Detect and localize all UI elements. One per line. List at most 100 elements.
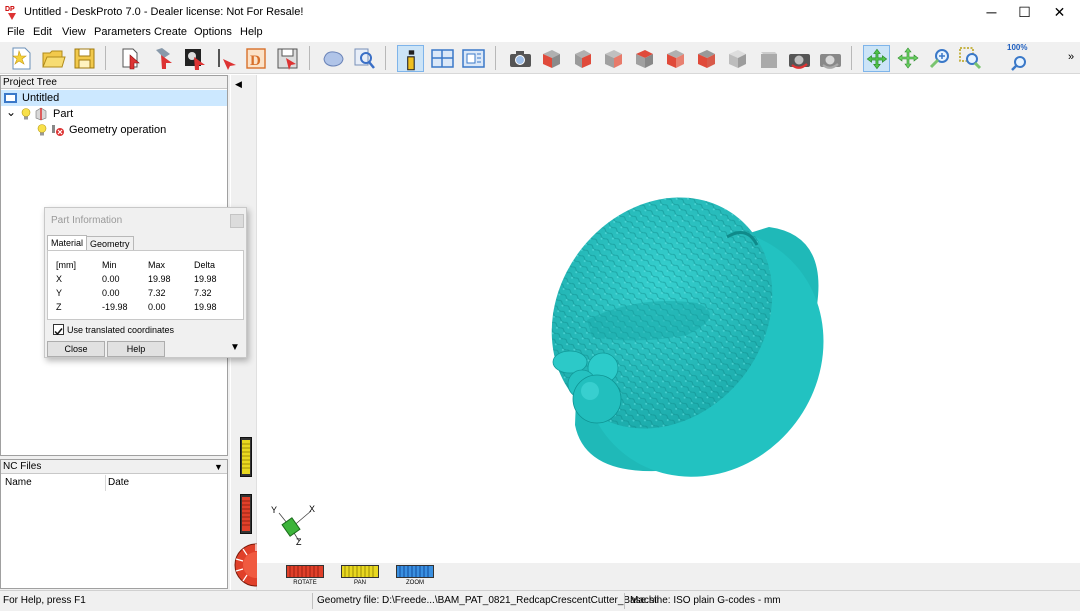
view-back-button[interactable] — [631, 45, 658, 72]
zoom-mode-label: ZOOM — [406, 580, 424, 586]
row-z-axis: Z — [56, 302, 62, 312]
help-button[interactable]: Help — [107, 341, 165, 357]
status-help-text: For Help, press F1 — [3, 595, 86, 606]
maximize-button[interactable]: ☐ — [1008, 0, 1041, 25]
open-file-button[interactable] — [40, 45, 67, 72]
dialog-close-icon[interactable] — [230, 214, 244, 228]
dialog-expand-button[interactable]: ▼ — [230, 342, 240, 353]
snapshot-camera-button[interactable] — [507, 45, 534, 72]
rotate-wheel-slider[interactable] — [240, 494, 252, 534]
3d-viewport[interactable]: Y X Z — [257, 75, 1080, 563]
collapse-panel-button[interactable]: ◀ — [235, 79, 242, 90]
expand-chevron-icon[interactable]: ⌄ — [6, 104, 16, 120]
toolbar-separator — [105, 46, 106, 70]
save-file-button[interactable] — [71, 45, 98, 72]
project-icon — [4, 92, 17, 104]
nc-files-title: NC Files — [3, 461, 42, 472]
view-right-button[interactable] — [600, 45, 627, 72]
view-top-button[interactable] — [693, 45, 720, 72]
status-divider — [624, 593, 625, 609]
svg-text:DP: DP — [5, 6, 15, 13]
toolbar-separator — [385, 46, 386, 70]
rotate-mode-swatch[interactable] — [286, 565, 324, 578]
tree-item-untitled[interactable]: Untitled — [1, 90, 227, 106]
close-window-button[interactable]: ✕ — [1043, 0, 1076, 25]
y-axis-label: Y — [271, 505, 278, 515]
view-iso-front-button[interactable] — [538, 45, 565, 72]
close-button[interactable]: Close — [47, 341, 105, 357]
zoom-mode-button[interactable] — [926, 45, 953, 72]
menu-edit[interactable]: Edit — [33, 26, 52, 38]
menu-create[interactable]: Create — [154, 26, 187, 38]
view-bottom-button[interactable] — [724, 45, 751, 72]
pan-mode-label: PAN — [354, 580, 366, 586]
export-file-button[interactable] — [274, 45, 301, 72]
row-y-delta: 7.32 — [194, 288, 212, 298]
toolpath-window-button[interactable] — [460, 45, 487, 72]
svg-text:D: D — [250, 53, 261, 69]
inspect-button[interactable] — [351, 45, 378, 72]
translated-coordinates-checkbox[interactable] — [53, 324, 64, 336]
row-z-max: 0.00 — [148, 302, 166, 312]
menu-view[interactable]: View — [62, 26, 86, 38]
pan-mode-button[interactable] — [895, 45, 922, 72]
export-dxf-button[interactable]: D — [243, 45, 270, 72]
previous-view-camera-button[interactable] — [817, 45, 844, 72]
column-header-date[interactable]: Date — [108, 477, 129, 488]
tree-label-untitled: Untitled — [22, 92, 60, 104]
column-divider[interactable] — [105, 475, 106, 491]
translated-coordinates-label: Use translated coordinates — [67, 325, 175, 335]
x-axis-label: X — [309, 504, 316, 514]
reset-view-camera-button[interactable] — [786, 45, 813, 72]
import-bitmap-button[interactable] — [150, 45, 177, 72]
import-vector-button[interactable] — [212, 45, 239, 72]
row-z-delta: 19.98 — [194, 302, 217, 312]
tree-item-part[interactable]: ⌄ Part — [1, 104, 227, 122]
view-iso-button[interactable] — [755, 45, 782, 72]
deskproto-app-icon: DP — [5, 3, 19, 21]
pan-mode-swatch[interactable] — [341, 565, 379, 578]
title-bar: DP Untitled - DeskProto 7.0 - Dealer lic… — [0, 0, 1080, 25]
tree-label-part: Part — [53, 108, 74, 120]
menu-bar: File Edit View Parameters Create Options… — [0, 25, 1080, 42]
import-geometry-button[interactable] — [117, 45, 144, 72]
lightbulb-icon[interactable] — [21, 108, 31, 120]
column-max: Max — [148, 260, 166, 270]
view-part-button[interactable] — [320, 45, 347, 72]
row-x-delta: 19.98 — [194, 274, 217, 284]
row-x-max: 19.98 — [148, 274, 171, 284]
toolbar-overflow-button[interactable]: » — [1068, 51, 1074, 63]
menu-file[interactable]: File — [7, 26, 25, 38]
row-x-axis: X — [56, 274, 63, 284]
axis-triad: Y X Z — [267, 503, 327, 551]
menu-parameters[interactable]: Parameters — [94, 26, 151, 38]
nc-files-dropdown-button[interactable]: ▼ — [214, 460, 223, 474]
tree-label-geometry-operation: Geometry operation — [69, 124, 167, 136]
part-info-button[interactable] — [397, 45, 424, 72]
nc-files-header: NC Files ▼ — [1, 460, 227, 474]
nc-files-panel: NC Files ▼ Name Date — [0, 459, 228, 589]
material-tab-panel: [mm] Min Max Delta X 0.00 19.98 19.98 Y … — [47, 250, 244, 320]
unit-label: [mm] — [56, 260, 76, 270]
toolbar-separator — [495, 46, 496, 70]
lightbulb-icon[interactable] — [37, 124, 47, 136]
zoom-window-button[interactable] — [957, 45, 984, 72]
tree-item-geometry-operation[interactable]: Geometry operation — [1, 122, 227, 138]
minimize-button[interactable]: ─ — [975, 0, 1008, 25]
menu-options[interactable]: Options — [194, 26, 232, 38]
rotate-mode-button[interactable] — [863, 45, 890, 72]
zoom-mode-swatch[interactable] — [396, 565, 434, 578]
window-title: Untitled - DeskProto 7.0 - Dealer licens… — [24, 6, 304, 18]
tab-material[interactable]: Material — [47, 235, 88, 251]
part-information-dialog: Part Information Material Geometry [mm] … — [44, 207, 247, 358]
layout-window-button[interactable] — [429, 45, 456, 72]
geometry-operation-icon — [51, 123, 65, 137]
view-front-button[interactable] — [569, 45, 596, 72]
menu-help[interactable]: Help — [240, 26, 263, 38]
import-image-button[interactable] — [181, 45, 208, 72]
column-header-name[interactable]: Name — [5, 477, 32, 488]
new-file-button[interactable] — [8, 45, 35, 72]
zoom-wheel-slider[interactable] — [240, 437, 252, 477]
view-left-button[interactable] — [662, 45, 689, 72]
tab-geometry[interactable]: Geometry — [86, 236, 134, 251]
